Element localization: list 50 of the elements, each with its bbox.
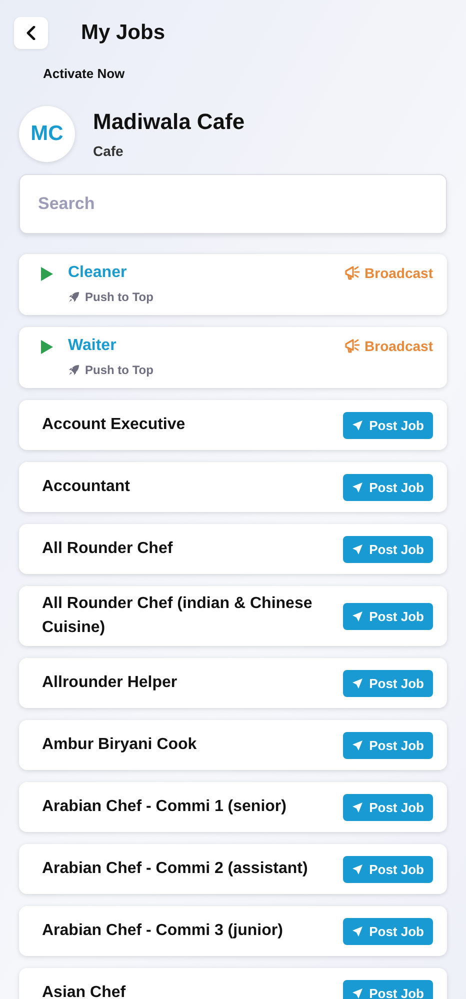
rocket-icon (68, 364, 80, 376)
send-icon (352, 420, 364, 430)
activate-now-label: Activate Now (43, 66, 126, 81)
job-title: Waiter (68, 337, 118, 355)
post-job-button[interactable]: Post Job (343, 602, 433, 630)
job-title: Account Executive (42, 415, 186, 435)
post-job-button[interactable]: Post Job (343, 794, 433, 820)
job-title: Asian Chef (42, 983, 127, 999)
play-icon[interactable] (41, 267, 53, 281)
search-field[interactable]: Search (19, 174, 447, 234)
send-icon (352, 988, 364, 998)
send-icon (352, 864, 364, 874)
push-to-top-link[interactable]: Push to Top (68, 290, 154, 304)
post-job-button[interactable]: Post Job (343, 474, 433, 500)
post-job-button[interactable]: Post Job (343, 732, 433, 758)
push-to-top-link[interactable]: Push to Top (68, 363, 154, 377)
back-icon (26, 26, 36, 40)
job-title: Ambur Biryani Cook (42, 735, 198, 755)
job-title: All Rounder Chef (42, 539, 174, 559)
send-icon (352, 610, 364, 622)
broadcast-button[interactable]: Broadcast (344, 337, 433, 354)
rocket-icon (68, 291, 80, 303)
megaphone-icon (344, 264, 361, 281)
megaphone-icon (344, 337, 361, 354)
page-title: My Jobs (81, 21, 166, 45)
broadcast-button[interactable]: Broadcast (344, 264, 433, 281)
back-button[interactable] (14, 17, 48, 49)
send-icon (352, 740, 364, 750)
job-title: Arabian Chef - Commi 3 (junior) (42, 921, 284, 941)
post-job-button[interactable]: Post Job (343, 670, 433, 696)
post-job-button[interactable]: Post Job (343, 412, 433, 438)
job-title: Allrounder Helper (42, 673, 178, 693)
send-icon (352, 802, 364, 812)
post-job-button[interactable]: Post Job (343, 856, 433, 882)
job-title: Cleaner (68, 264, 128, 282)
business-avatar: MC (19, 106, 75, 162)
post-job-button[interactable]: Post Job (343, 918, 433, 944)
send-icon (352, 678, 364, 688)
job-title: All Rounder Chef (indian & Chinese Cuisine) (42, 594, 314, 638)
send-icon (352, 482, 364, 492)
job-title: Arabian Chef - Commi 2 (assistant) (42, 859, 309, 879)
business-name: Madiwala Cafe (93, 109, 245, 135)
post-job-button[interactable]: Post Job (343, 980, 433, 999)
post-job-button[interactable]: Post Job (343, 536, 433, 562)
business-category: Cafe (93, 143, 124, 159)
job-title: Arabian Chef - Commi 1 (senior) (42, 797, 288, 817)
play-icon[interactable] (41, 340, 53, 354)
send-icon (352, 926, 364, 936)
job-title: Accountant (42, 477, 131, 497)
send-icon (352, 544, 364, 554)
